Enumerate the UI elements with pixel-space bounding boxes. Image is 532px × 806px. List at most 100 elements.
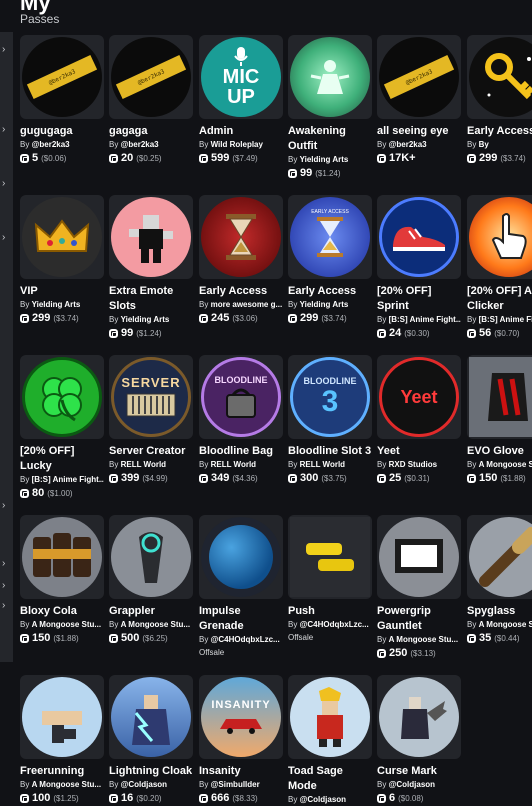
- creator-name[interactable]: @ber2ka3: [32, 140, 70, 149]
- creator-name[interactable]: By: [479, 140, 489, 149]
- chevron-right-icon[interactable]: ›: [2, 178, 5, 189]
- pass-creator[interactable]: By RELL World: [199, 460, 283, 469]
- pass-creator[interactable]: By @Coldjason: [377, 780, 461, 789]
- creator-name[interactable]: A Mongoose Stu...: [389, 635, 458, 644]
- pass-name[interactable]: Powergrip Gauntlet: [377, 604, 461, 634]
- pass-card[interactable]: Yeet Yeet By RXD Studios 25 ($0.31): [377, 355, 461, 484]
- creator-name[interactable]: @C4HOdqbxLzc...: [211, 635, 280, 644]
- pass-creator[interactable]: By A Mongoose Stu...: [20, 620, 104, 629]
- pass-creator[interactable]: By @Coldjason: [288, 795, 372, 804]
- pass-thumbnail[interactable]: [467, 355, 532, 439]
- pass-creator[interactable]: By @C4HOdqbxLzc...: [199, 635, 283, 644]
- pass-creator[interactable]: By RELL World: [109, 460, 193, 469]
- creator-name[interactable]: Yielding Arts: [121, 315, 170, 324]
- pass-card[interactable]: Toad Sage Mode By @Coldjason: [288, 675, 372, 804]
- pass-name[interactable]: Impulse Grenade: [199, 604, 283, 634]
- creator-name[interactable]: Yielding Arts: [300, 155, 349, 164]
- pass-name[interactable]: Insanity: [199, 764, 283, 779]
- pass-name[interactable]: Admin: [199, 124, 283, 139]
- pass-thumbnail[interactable]: [377, 195, 461, 279]
- creator-name[interactable]: [B:S] Anime Fight...: [32, 475, 104, 484]
- pass-creator[interactable]: By A Mongoose Stu...: [20, 780, 104, 789]
- pass-thumbnail[interactable]: [20, 515, 104, 599]
- creator-name[interactable]: A Mongoose Stu...: [121, 620, 190, 629]
- pass-thumbnail[interactable]: MIC UP: [199, 35, 283, 119]
- pass-name[interactable]: Early Access: [467, 124, 532, 139]
- pass-name[interactable]: Extra Emote Slots: [109, 284, 193, 314]
- pass-name[interactable]: Awakening Outfit: [288, 124, 372, 154]
- pass-card[interactable]: @ber2ka3 gagaga By @ber2ka3 20 ($0.25): [109, 35, 193, 164]
- pass-thumbnail[interactable]: INSANITY: [199, 675, 283, 759]
- pass-creator[interactable]: By @Coldjason: [109, 780, 193, 789]
- pass-card[interactable]: MIC UP Admin By Wild Roleplay 599 ($7.49): [199, 35, 283, 164]
- pass-card[interactable]: Grappler By A Mongoose Stu... 500 ($6.25): [109, 515, 193, 644]
- creator-name[interactable]: @Coldjason: [300, 795, 346, 804]
- pass-thumbnail[interactable]: [377, 515, 461, 599]
- pass-name[interactable]: Bloodline Bag: [199, 444, 283, 459]
- creator-name[interactable]: more awesome g...: [211, 300, 283, 309]
- pass-thumbnail[interactable]: [467, 35, 532, 119]
- pass-creator[interactable]: By [B:S] Anime Fight...: [377, 315, 461, 324]
- chevron-right-icon[interactable]: ›: [2, 500, 5, 511]
- pass-card[interactable]: Extra Emote Slots By Yielding Arts 99 ($1.2…: [109, 195, 193, 339]
- pass-thumbnail[interactable]: [109, 675, 193, 759]
- creator-name[interactable]: A Mongoose S...: [479, 460, 532, 469]
- pass-card[interactable]: SpyglassBy A Mongoose S... 35($0.44): [467, 515, 532, 644]
- pass-thumbnail[interactable]: [288, 35, 372, 119]
- pass-card[interactable]: [20% OFF] Auto ClickerBy [B:S] Anime Fig…: [467, 195, 532, 339]
- pass-name[interactable]: all seeing eye: [377, 124, 461, 139]
- creator-name[interactable]: @ber2ka3: [389, 140, 427, 149]
- pass-creator[interactable]: By [B:S] Anime Fight...: [20, 475, 104, 484]
- pass-name[interactable]: Bloxy Cola: [20, 604, 104, 619]
- creator-name[interactable]: @Simbullder: [211, 780, 260, 789]
- pass-creator[interactable]: By more awesome g...: [199, 300, 283, 309]
- pass-creator[interactable]: By @ber2ka3: [377, 140, 461, 149]
- pass-card[interactable]: INSANITY Insanity By @Simbullder 666 ($8.33): [199, 675, 283, 804]
- pass-card[interactable]: Push By @C4HOdqbxLzc... Offsale: [288, 515, 372, 642]
- pass-card[interactable]: @ber2ka3 gugugaga By @ber2ka3 5 ($0.06): [20, 35, 104, 164]
- pass-thumbnail[interactable]: [377, 675, 461, 759]
- pass-card[interactable]: BLOODLINE Bloodline Bag By RELL World 349 ($…: [199, 355, 283, 484]
- pass-card[interactable]: BLOODLINE 3 Bloodline Slot 3 By RELL World 3…: [288, 355, 372, 484]
- creator-name[interactable]: [B:S] Anime Fight...: [389, 315, 461, 324]
- pass-card[interactable]: [20% OFF] Lucky By [B:S] Anime Fight... 80…: [20, 355, 104, 499]
- left-scroll-rail[interactable]: › › › › › › › ›: [0, 32, 13, 662]
- creator-name[interactable]: A Mongoose S...: [479, 620, 532, 629]
- pass-creator[interactable]: By By: [467, 140, 532, 149]
- pass-thumbnail[interactable]: [109, 515, 193, 599]
- pass-name[interactable]: EVO Glove: [467, 444, 532, 459]
- pass-name[interactable]: Grappler: [109, 604, 193, 619]
- creator-name[interactable]: RXD Studios: [389, 460, 437, 469]
- pass-card[interactable]: @ber2ka3 all seeing eye By @ber2ka3 17K+: [377, 35, 461, 164]
- pass-thumbnail[interactable]: Yeet: [377, 355, 461, 439]
- pass-name[interactable]: [20% OFF] Sprint: [377, 284, 461, 314]
- pass-creator[interactable]: By [B:S] Anime Fig...: [467, 315, 532, 324]
- pass-card[interactable]: Powergrip Gauntlet By A Mongoose Stu... 25…: [377, 515, 461, 659]
- pass-thumbnail[interactable]: @ber2ka3: [20, 35, 104, 119]
- pass-name[interactable]: VIP: [20, 284, 104, 299]
- pass-card[interactable]: EARLY ACCESS Early Access By Yielding Arts…: [288, 195, 372, 324]
- pass-creator[interactable]: By A Mongoose Stu...: [109, 620, 193, 629]
- creator-name[interactable]: RELL World: [121, 460, 166, 469]
- creator-name[interactable]: RELL World: [300, 460, 345, 469]
- pass-name[interactable]: gagaga: [109, 124, 193, 139]
- pass-thumbnail[interactable]: EARLY ACCESS: [288, 195, 372, 279]
- pass-card[interactable]: [20% OFF] Sprint By [B:S] Anime Fight... 2…: [377, 195, 461, 339]
- pass-card[interactable]: Early Access By more awesome g... 245 ($3.0…: [199, 195, 283, 324]
- creator-name[interactable]: Yielding Arts: [32, 300, 81, 309]
- pass-creator[interactable]: By Wild Roleplay: [199, 140, 283, 149]
- chevron-right-icon[interactable]: ›: [2, 124, 5, 135]
- pass-creator[interactable]: By @ber2ka3: [20, 140, 104, 149]
- pass-name[interactable]: Curse Mark: [377, 764, 461, 779]
- pass-card[interactable]: Impulse Grenade By @C4HOdqbxLzc... Offsale: [199, 515, 283, 657]
- pass-card[interactable]: Freerunning By A Mongoose Stu... 100 ($1.25…: [20, 675, 104, 804]
- pass-creator[interactable]: By Yielding Arts: [288, 155, 372, 164]
- pass-name[interactable]: [20% OFF] Auto Clicker: [467, 284, 532, 314]
- creator-name[interactable]: @Coldjason: [121, 780, 167, 789]
- creator-name[interactable]: A Mongoose Stu...: [32, 780, 101, 789]
- creator-name[interactable]: @Coldjason: [389, 780, 435, 789]
- pass-creator[interactable]: By A Mongoose S...: [467, 620, 532, 629]
- pass-thumbnail[interactable]: [109, 195, 193, 279]
- pass-card[interactable]: Bloxy Cola By A Mongoose Stu... 150 ($1.88): [20, 515, 104, 644]
- pass-card[interactable]: Awakening Outfit By Yielding Arts 99 ($1.24…: [288, 35, 372, 179]
